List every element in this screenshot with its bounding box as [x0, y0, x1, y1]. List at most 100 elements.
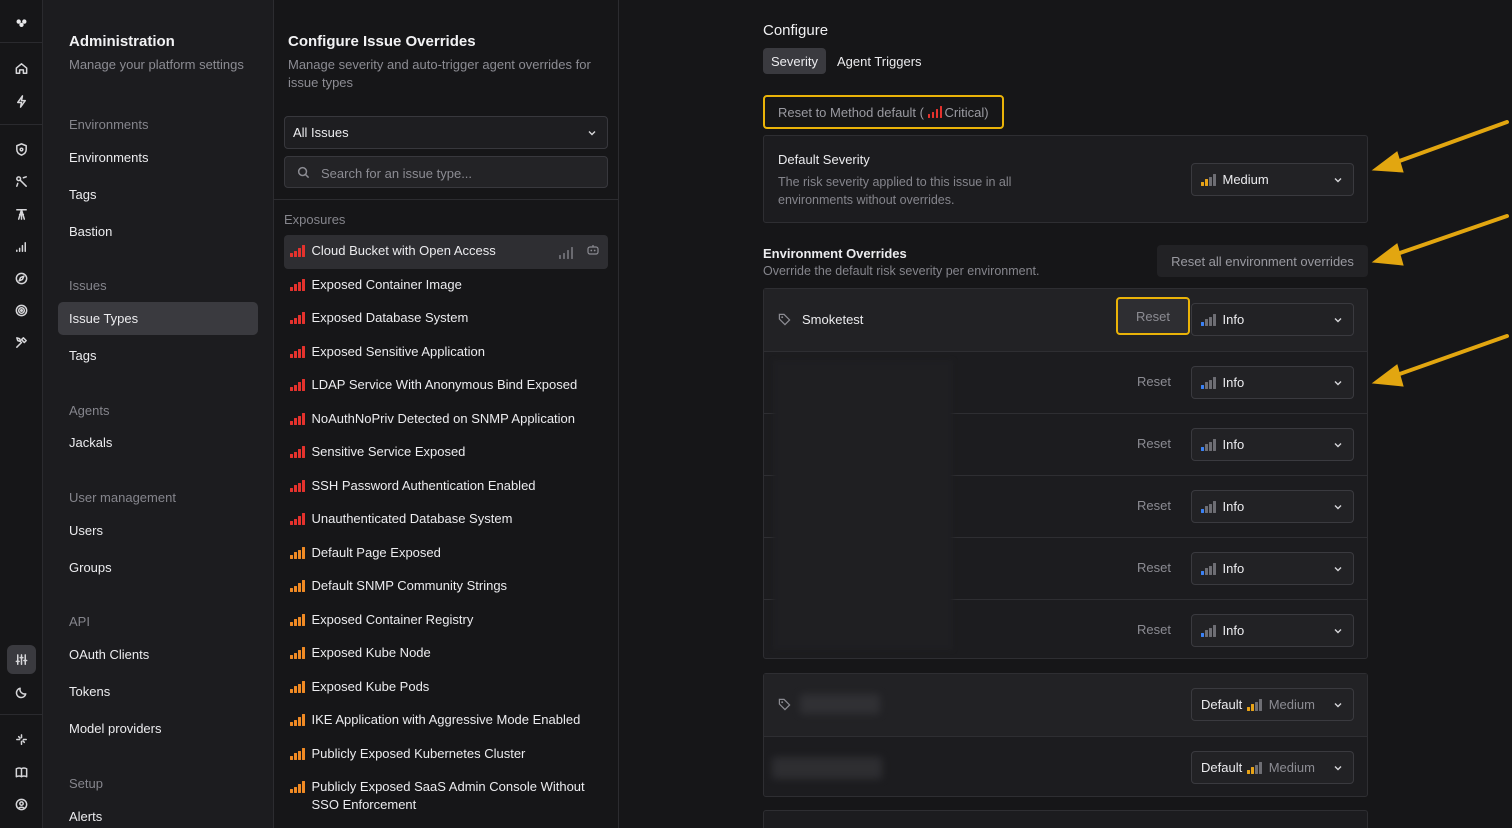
home-icon[interactable] — [11, 58, 31, 78]
sidebar-item-env-tags[interactable]: Tags — [58, 178, 258, 211]
env-overrides-title: Environment Overrides — [763, 246, 907, 261]
sidebar-item-bastion[interactable]: Bastion — [58, 215, 258, 248]
issue-list-item[interactable]: Cloud Bucket with Open Access — [284, 235, 608, 269]
chevron-down-icon — [1334, 442, 1342, 447]
info-severity-icon — [1201, 438, 1216, 451]
issue-list-item[interactable]: SSH Password Authentication Enabled — [284, 470, 608, 495]
env-reset-button[interactable]: Reset — [1124, 622, 1184, 637]
issue-list-item[interactable]: Exposed Container Image — [284, 269, 608, 294]
sidebar-item-issue-tags[interactable]: Tags — [58, 339, 258, 372]
issue-label: Exposed Kube Node — [311, 645, 431, 660]
env-severity-select[interactable]: Info — [1191, 614, 1354, 647]
env-severity-select[interactable]: Info — [1191, 428, 1354, 461]
env-severity-select[interactable]: Info — [1191, 490, 1354, 523]
high-severity-icon — [290, 680, 305, 693]
tower-icon[interactable] — [11, 203, 31, 223]
env-severity-value: Info — [1222, 375, 1245, 390]
chevron-down-icon — [1334, 702, 1342, 707]
env-severity-select[interactable]: Info — [1191, 552, 1354, 585]
sparkle-icon[interactable] — [11, 729, 31, 749]
issue-list-item[interactable]: Default SNMP Community Strings — [284, 570, 608, 595]
issue-types-panel: Configure Issue Overrides Manage severit… — [274, 0, 619, 828]
issue-label: SSH Password Authentication Enabled — [311, 477, 536, 493]
issue-list-item[interactable]: NoAuthNoPriv Detected on SNMP Applicatio… — [284, 403, 608, 428]
issue-label: NoAuthNoPriv Detected on SNMP Applicatio… — [311, 410, 576, 426]
high-severity-icon — [290, 546, 305, 559]
critical-severity-icon — [290, 446, 305, 458]
sidebar-item-environments[interactable]: Environments — [58, 141, 258, 174]
group-severity-select[interactable]: Default Medium — [1191, 688, 1354, 721]
sidebar-item-users[interactable]: Users — [58, 514, 258, 547]
env-reset-button[interactable]: Reset — [1124, 498, 1184, 513]
issue-list-item[interactable]: LDAP Service With Anonymous Bind Exposed — [284, 369, 608, 394]
app: { "rail": { "icons": ["logo-icon","home-… — [0, 0, 1512, 828]
sidebar-item-model-providers[interactable]: Model providers — [58, 712, 258, 745]
env-severity-value: Info — [1222, 561, 1245, 576]
default-severity-select[interactable]: Medium — [1191, 163, 1354, 196]
issue-list-item[interactable]: Sensitive Service Exposed — [284, 436, 608, 461]
member-severity-value: Medium — [1268, 760, 1315, 775]
issue-filter-select[interactable]: All Issues — [284, 116, 608, 149]
bolt-icon[interactable] — [11, 91, 31, 111]
env-name: Smoketest — [802, 312, 864, 327]
issue-list-item[interactable]: Exposed Container Registry — [284, 604, 608, 629]
env-severity-select[interactable]: Info — [1191, 303, 1354, 336]
member-severity-select[interactable]: Default Medium — [1191, 751, 1354, 784]
sidebar-item-issue-types[interactable]: Issue Types — [58, 302, 258, 335]
info-severity-icon — [1201, 313, 1216, 326]
issue-list-item[interactable]: Exposed Database System — [284, 302, 608, 327]
issue-search-box[interactable] — [284, 156, 608, 188]
sidebar-item-alerts[interactable]: Alerts — [58, 800, 258, 828]
chevron-down-icon — [1334, 504, 1342, 509]
sliders-icon[interactable] — [7, 645, 36, 674]
issue-list-item[interactable]: Publicly Exposed SaaS Admin Console With… — [284, 771, 608, 814]
issue-list-item[interactable]: Exposed Kube Node — [284, 637, 608, 662]
env-severity-select[interactable]: Info — [1191, 366, 1354, 399]
user-icon[interactable] — [11, 794, 31, 814]
admin-sidebar: Administration Manage your platform sett… — [43, 0, 274, 828]
issue-label: Exposed Kube Pods — [311, 678, 430, 694]
medium-severity-icon — [1247, 761, 1262, 774]
issue-list-item[interactable]: Publicly Exposed Kubernetes Cluster — [284, 738, 608, 763]
tab-severity[interactable]: Severity — [763, 48, 826, 74]
issue-list-item[interactable]: Exposed Kube Pods — [284, 671, 608, 696]
issue-label: Unauthenticated Database System — [311, 511, 513, 526]
logo-icon[interactable] — [11, 12, 31, 32]
method-reset-prefix: Reset to Method default ( — [778, 104, 924, 120]
info-severity-icon — [1201, 500, 1216, 513]
sidebar-item-oauth-clients[interactable]: OAuth Clients — [58, 638, 258, 671]
next-card — [763, 810, 1368, 828]
scan-icon[interactable] — [11, 171, 31, 191]
env-reset-button[interactable]: Reset — [1124, 436, 1184, 451]
info-severity-icon — [1201, 624, 1216, 637]
icon-rail — [0, 0, 43, 828]
sidebar-item-jackals[interactable]: Jackals — [58, 426, 258, 459]
chevron-down-icon — [1334, 177, 1342, 182]
env-reset-button[interactable]: Reset — [1124, 374, 1184, 389]
issue-list-item[interactable]: Default Page Exposed — [284, 537, 608, 562]
reset-to-method-default-button[interactable]: Reset to Method default ( Critical ) — [763, 95, 1004, 129]
tab-agent-triggers[interactable]: Agent Triggers — [829, 48, 930, 74]
target-icon[interactable] — [11, 300, 31, 320]
env-severity-value: Info — [1222, 499, 1245, 514]
env-reset-button[interactable]: Reset — [1124, 560, 1184, 575]
configure-panel: Configure Severity Agent Triggers Reset … — [619, 0, 1512, 828]
shield-icon[interactable] — [11, 139, 31, 159]
tools-icon[interactable] — [11, 332, 31, 352]
moon-icon[interactable] — [11, 682, 31, 702]
env-overrides-description: Override the default risk severity per e… — [763, 264, 1040, 278]
issue-list-item[interactable]: IKE Application with Aggressive Mode Ena… — [284, 704, 608, 729]
default-severity-value: Medium — [1222, 172, 1269, 187]
issue-list-item[interactable]: Exposed Sensitive Application — [284, 336, 608, 361]
sidebar-item-groups[interactable]: Groups — [58, 551, 258, 584]
issue-search-input[interactable] — [321, 163, 601, 183]
env-reset-button[interactable]: Reset — [1116, 297, 1190, 335]
signal-icon[interactable] — [11, 236, 31, 256]
env-group-card: Default Medium Default Medium — [763, 673, 1368, 797]
section-agents: Agents — [69, 403, 110, 418]
issue-list-item[interactable]: Unauthenticated Database System — [284, 503, 608, 528]
reset-all-overrides-button[interactable]: Reset all environment overrides — [1157, 245, 1368, 277]
sidebar-item-tokens[interactable]: Tokens — [58, 675, 258, 708]
compass-icon[interactable] — [11, 268, 31, 288]
book-icon[interactable] — [11, 762, 31, 782]
